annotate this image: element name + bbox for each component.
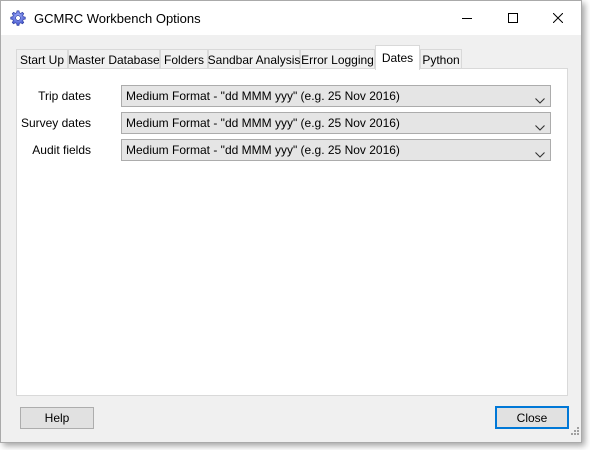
chevron-down-icon [535, 147, 545, 161]
window-title: GCMRC Workbench Options [34, 11, 201, 26]
tab-dates[interactable]: Dates [375, 45, 420, 70]
tab-label: Sandbar Analysis [207, 52, 301, 67]
audit-fields-value: Medium Format - "dd MMM yyy" (e.g. 25 No… [126, 143, 400, 157]
resize-grip-icon[interactable] [569, 426, 579, 440]
options-window: GCMRC Workbench Options Start Up Master … [0, 0, 582, 443]
tab-error-logging[interactable]: Error Logging [300, 49, 375, 69]
maximize-button[interactable] [490, 1, 536, 35]
audit-fields-select[interactable]: Medium Format - "dd MMM yyy" (e.g. 25 No… [121, 139, 551, 161]
maximize-icon [508, 13, 518, 23]
title-bar[interactable]: GCMRC Workbench Options [1, 1, 581, 35]
trip-dates-value: Medium Format - "dd MMM yyy" (e.g. 25 No… [126, 89, 400, 103]
tab-label: Error Logging [301, 52, 374, 67]
audit-fields-label: Audit fields [32, 143, 91, 157]
gear-icon [10, 10, 26, 26]
close-icon [553, 13, 563, 23]
close-button-label: Close [516, 410, 548, 425]
tab-start-up[interactable]: Start Up [16, 49, 68, 69]
close-window-button[interactable] [535, 1, 581, 35]
tab-label: Master Database [68, 52, 160, 67]
tab-folders[interactable]: Folders [160, 49, 208, 69]
tab-label: Start Up [19, 52, 64, 67]
help-button[interactable]: Help [20, 407, 94, 429]
help-button-label: Help [44, 411, 70, 425]
survey-dates-value: Medium Format - "dd MMM yyy" (e.g. 25 No… [126, 116, 400, 130]
tab-label: Python [422, 52, 460, 67]
trip-dates-label: Trip dates [38, 89, 91, 103]
tab-python[interactable]: Python [420, 49, 462, 69]
close-button[interactable]: Close [495, 406, 569, 429]
survey-dates-label: Survey dates [20, 116, 91, 130]
survey-dates-select[interactable]: Medium Format - "dd MMM yyy" (e.g. 25 No… [121, 112, 551, 134]
tab-sandbar-analysis[interactable]: Sandbar Analysis [208, 49, 300, 69]
trip-dates-select[interactable]: Medium Format - "dd MMM yyy" (e.g. 25 No… [121, 85, 551, 107]
dates-tab-panel: Trip dates Medium Format - "dd MMM yyy" … [16, 68, 568, 396]
chevron-down-icon [535, 120, 545, 134]
tab-master-database[interactable]: Master Database [68, 49, 160, 69]
minimize-icon [462, 13, 472, 23]
tab-label: Folders [163, 52, 204, 67]
chevron-down-icon [535, 93, 545, 107]
minimize-button[interactable] [444, 1, 490, 35]
tab-label: Dates [381, 51, 414, 65]
